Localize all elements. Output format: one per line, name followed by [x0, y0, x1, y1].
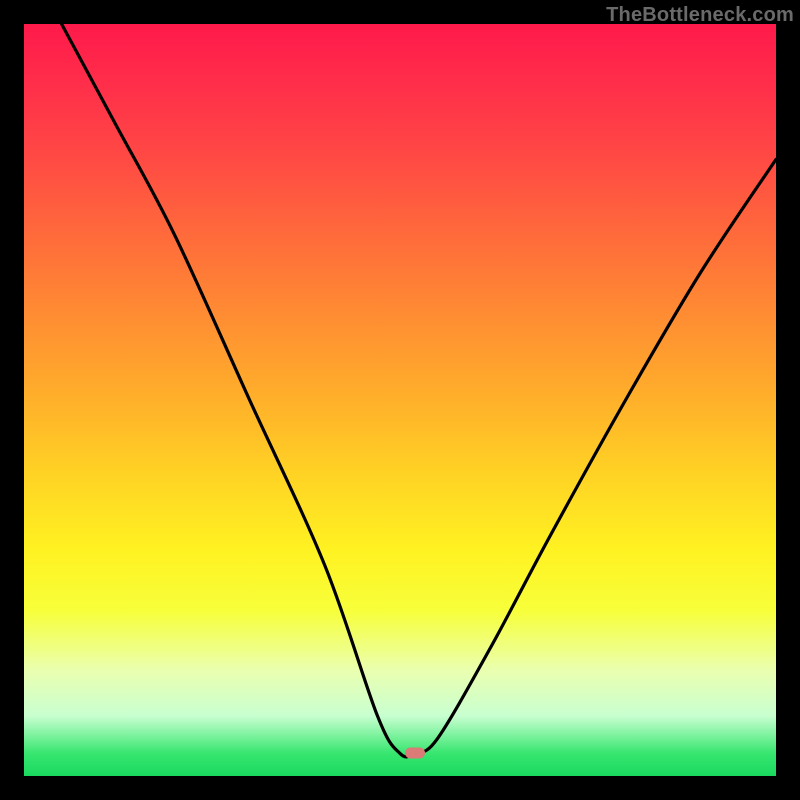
- optimum-marker: [405, 748, 425, 759]
- plot-area: [24, 24, 776, 776]
- bottleneck-curve-line: [62, 24, 776, 757]
- watermark-text: TheBottleneck.com: [606, 4, 794, 27]
- chart-frame: TheBottleneck.com: [0, 0, 800, 800]
- curve-svg: [24, 24, 776, 776]
